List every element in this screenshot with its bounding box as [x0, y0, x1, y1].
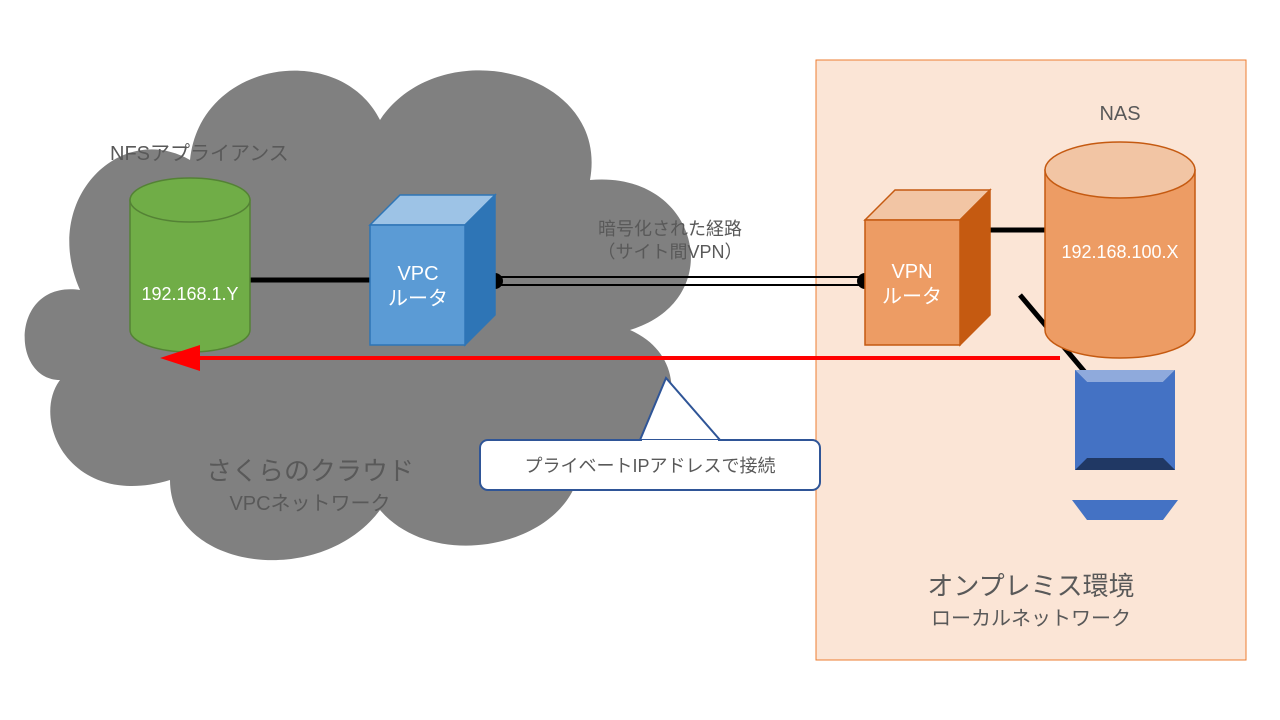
- vpn-router-label-1: VPN: [891, 261, 932, 283]
- onprem-subtitle: ローカルネットワーク: [931, 607, 1131, 630]
- cloud-title: さくらのクラウド: [206, 456, 414, 486]
- nfs-appliance-label: NFSアプライアンス: [110, 143, 289, 165]
- nas-ip: 192.168.100.X: [1061, 242, 1178, 262]
- callout-text: プライベートIPアドレスで接続: [524, 456, 775, 476]
- vpc-router-label-1: VPC: [397, 263, 438, 285]
- cloud-subtitle: VPCネットワーク: [229, 492, 390, 515]
- encrypted-label-1: 暗号化された経路: [598, 219, 742, 239]
- nas-label: NAS: [1099, 103, 1140, 125]
- diagram-canvas: オンプレミス環境 ローカルネットワーク さくらのクラウド VPCネットワーク N…: [0, 0, 1280, 720]
- encrypted-label-2: （サイト間VPN）: [597, 242, 742, 262]
- nfs-cylinder-icon: [130, 178, 250, 352]
- vpn-router-label-2: ルータ: [882, 285, 942, 308]
- onprem-title: オンプレミス環境: [927, 571, 1134, 601]
- nfs-ip: 192.168.1.Y: [141, 284, 238, 304]
- vpc-router-label-2: ルータ: [388, 287, 448, 310]
